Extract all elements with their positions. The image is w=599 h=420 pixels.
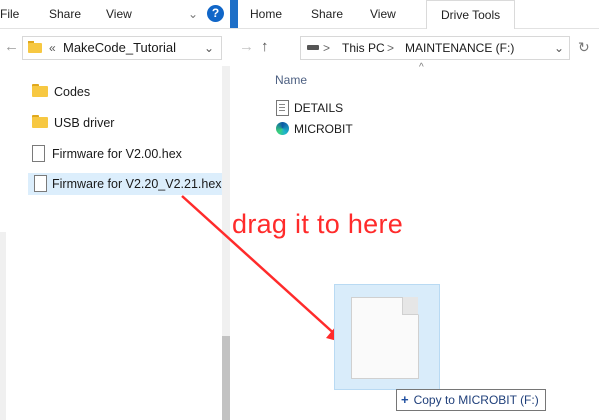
scrollbar-thumb[interactable] (222, 336, 230, 420)
address-overflow-icon[interactable]: « (49, 37, 56, 59)
folder-icon (28, 41, 42, 53)
left-scrollbar[interactable] (0, 232, 6, 420)
breadcrumb-maintenance[interactable]: MAINTENANCE (F:) (405, 37, 514, 59)
item-label: Codes (54, 85, 91, 99)
help-icon[interactable]: ? (207, 5, 224, 22)
text-file-icon (276, 100, 289, 116)
drag-ghost (334, 284, 440, 390)
list-item-usb-driver[interactable]: USB driver (32, 112, 212, 134)
tab-file[interactable]: File (0, 0, 19, 28)
address-path[interactable]: MakeCode_Tutorial (63, 37, 176, 59)
item-label: Firmware for V2.20_V2.21.hex (52, 177, 222, 191)
left-address-row: ← « MakeCode_Tutorial ⌄ (0, 28, 230, 66)
plus-icon: + (401, 392, 409, 407)
folder-icon (32, 115, 48, 128)
list-item-firmware-v2-20[interactable]: Firmware for V2.20_V2.21.hex (28, 173, 230, 195)
column-sort-icon: ^ (419, 62, 424, 73)
breadcrumb-separator: > (387, 41, 395, 55)
tab-share[interactable]: Share (311, 0, 343, 28)
left-explorer-window: File Share View ⌄ ? ← « MakeCode_Tutoria… (0, 0, 231, 420)
tab-home[interactable]: Home (250, 0, 282, 28)
document-icon (34, 175, 47, 192)
list-item-microbit[interactable]: MICROBIT (276, 118, 396, 140)
item-label: MICROBIT (294, 122, 353, 136)
tab-view[interactable]: View (370, 0, 396, 28)
address-dropdown-icon[interactable]: ⌄ (204, 37, 214, 59)
left-address-bar[interactable]: « MakeCode_Tutorial ⌄ (22, 36, 222, 60)
back-icon[interactable]: ← (4, 28, 19, 66)
folder-icon (32, 84, 48, 97)
item-label: DETAILS (294, 101, 344, 115)
right-address-bar[interactable]: > This PC > MAINTENANCE (F:) ⌄ (300, 36, 570, 60)
ribbon-collapse-icon[interactable]: ⌄ (188, 0, 198, 28)
drive-icon (307, 45, 319, 50)
up-icon[interactable]: ↑ (261, 28, 269, 66)
right-address-row: → ↑ > This PC > MAINTENANCE (F:) ⌄ ↻ (230, 28, 599, 66)
tab-share[interactable]: Share (49, 0, 81, 28)
left-ribbon: File Share View ⌄ ? (0, 0, 230, 29)
right-ribbon: Home Share View Drive Tools (230, 0, 599, 29)
left-vertical-scrollbar[interactable] (222, 66, 230, 420)
annotation-text: drag it to here (232, 209, 404, 239)
item-label: Firmware for V2.00.hex (52, 147, 182, 161)
address-dropdown-icon[interactable]: ⌄ (554, 37, 564, 59)
refresh-icon[interactable]: ↻ (578, 28, 590, 66)
list-item-firmware-v2-00[interactable]: Firmware for V2.00.hex (32, 143, 222, 165)
page-fold (402, 297, 418, 315)
item-label: USB driver (54, 116, 115, 130)
copy-tooltip: + Copy to MICROBIT (F:) (396, 389, 546, 411)
document-icon (32, 145, 45, 162)
window-accent (230, 0, 238, 28)
tab-drive-tools[interactable]: Drive Tools (426, 0, 516, 29)
breadcrumb-this-pc[interactable]: This PC (342, 37, 385, 59)
edge-browser-icon (276, 122, 289, 135)
forward-icon[interactable]: → (239, 28, 254, 66)
copy-tooltip-label: Copy to MICROBIT (F:) (413, 393, 539, 407)
list-item-codes[interactable]: Codes (32, 81, 212, 103)
column-header-name[interactable]: Name (275, 73, 307, 87)
tab-view[interactable]: View (106, 0, 132, 28)
breadcrumb-separator: > (323, 41, 331, 55)
list-item-details[interactable]: DETAILS (276, 97, 396, 119)
